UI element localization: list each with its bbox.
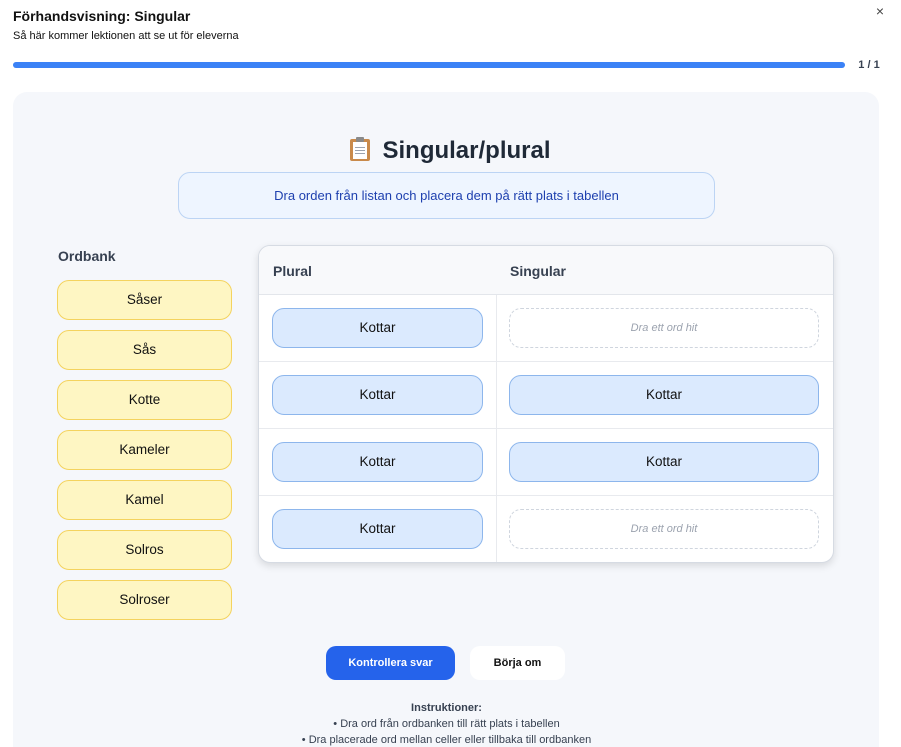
column-header-singular: Singular [510, 263, 567, 279]
plural-cell-word[interactable]: Kottar [272, 308, 483, 348]
word-chip[interactable]: Kameler [57, 430, 232, 470]
progress-counter: 1 / 1 [858, 59, 880, 71]
answer-table: Plural Singular Kottar Dra ett ord hit K… [258, 245, 834, 563]
singular-drop-zone[interactable]: Dra ett ord hit [509, 509, 819, 549]
plural-cell-word[interactable]: Kottar [272, 375, 483, 415]
table-row: Kottar Dra ett ord hit [259, 295, 833, 362]
table-row: Kottar Dra ett ord hit [259, 496, 833, 562]
clipboard-icon [350, 137, 371, 161]
wordbank-label: Ordbank [58, 248, 116, 264]
instruction-line: • Dra placerade ord mellan celler eller … [301, 734, 592, 746]
word-chip[interactable]: Kamel [57, 480, 232, 520]
table-row: Kottar Kottar [259, 362, 833, 429]
close-icon[interactable]: × [871, 2, 889, 20]
plural-cell-word[interactable]: Kottar [272, 442, 483, 482]
singular-drop-zone[interactable]: Dra ett ord hit [509, 308, 819, 348]
word-chip[interactable]: Solros [57, 530, 232, 570]
table-row: Kottar Kottar [259, 429, 833, 496]
reset-button[interactable]: Börja om [470, 646, 565, 680]
progress-fill [13, 62, 845, 68]
column-header-plural: Plural [273, 263, 312, 279]
page-title: Förhandsvisning: Singular [13, 8, 191, 24]
word-chip[interactable]: Såser [57, 280, 232, 320]
word-chip[interactable]: Kotte [57, 380, 232, 420]
progress-bar [13, 62, 845, 68]
page-subtitle: Så här kommer lektionen att se ut för el… [13, 30, 239, 42]
table-header-row: Plural Singular [259, 246, 833, 295]
word-chip[interactable]: Sås [57, 330, 232, 370]
instructions-heading: Instruktioner: [411, 702, 482, 714]
singular-cell-word[interactable]: Kottar [509, 375, 819, 415]
instruction-box: Dra orden från listan och placera dem på… [178, 172, 715, 219]
instruction-line: • Dra ord från ordbanken till rätt plats… [333, 718, 560, 730]
word-chip[interactable]: Solroser [57, 580, 232, 620]
plural-cell-word[interactable]: Kottar [272, 509, 483, 549]
check-answers-button[interactable]: Kontrollera svar [326, 646, 455, 680]
singular-cell-word[interactable]: Kottar [509, 442, 819, 482]
lesson-title: Singular/plural [0, 137, 901, 165]
lesson-title-text: Singular/plural [382, 137, 551, 164]
